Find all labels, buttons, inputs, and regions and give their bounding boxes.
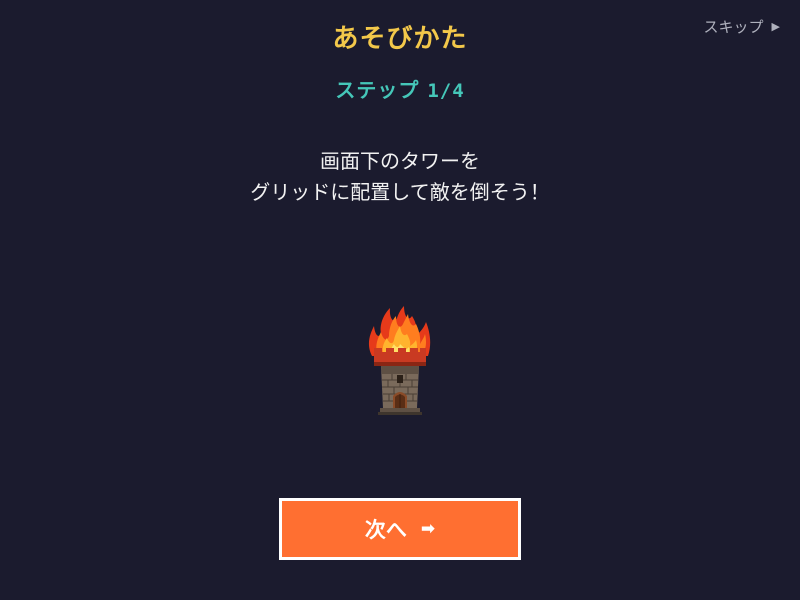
next-button[interactable]: 次へ ➡ <box>279 498 521 560</box>
tutorial-title: あそびかた <box>332 24 468 54</box>
skip-label: スキップ <box>703 18 764 36</box>
instruction-line-1: 画面下のタワーを <box>320 149 480 173</box>
tutorial-screen: あそびかた ステップ 1/4 スキップ ▶ 画面下のタワーを グリッドに配置して敵… <box>0 0 800 600</box>
right-arrow-icon: ➡ <box>420 519 436 539</box>
fire-tower-icon <box>368 306 431 415</box>
play-triangle-icon: ▶ <box>771 20 780 33</box>
skip-button[interactable]: スキップ ▶ <box>704 16 780 37</box>
instruction-line-2: グリッドに配置して敵を倒そう！ <box>250 180 550 204</box>
step-label: ステップ <box>335 78 420 102</box>
instruction-text: 画面下のタワーを グリッドに配置して敵を倒そう！ <box>0 146 800 208</box>
step-progress: 1/4 <box>427 80 465 102</box>
step-indicator: ステップ 1/4 <box>0 74 800 103</box>
next-label: 次へ <box>364 518 407 542</box>
